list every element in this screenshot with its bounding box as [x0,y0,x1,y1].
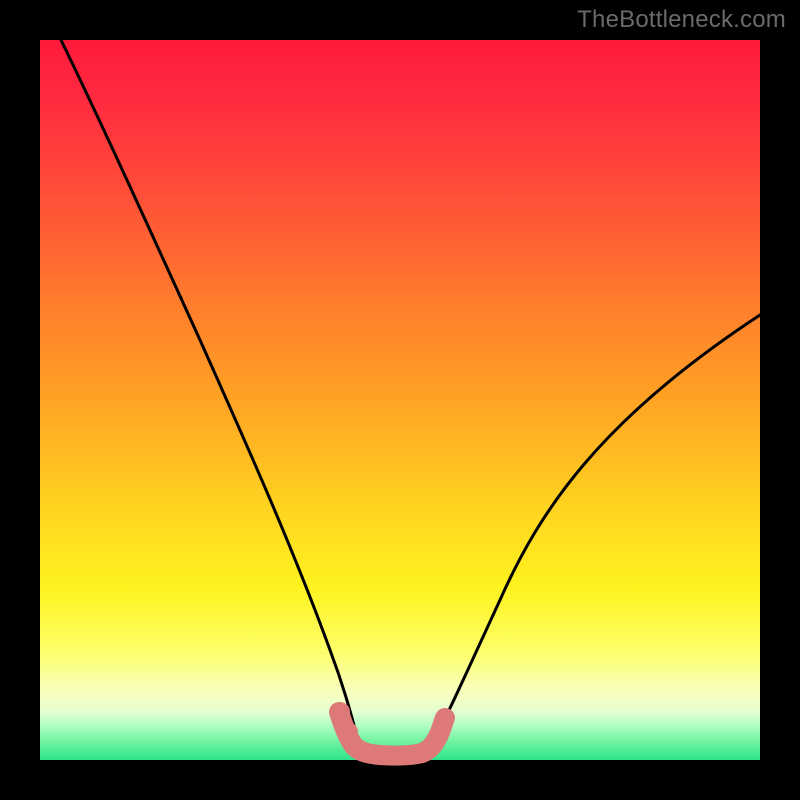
plot-area [40,40,760,760]
chart-frame: TheBottleneck.com [0,0,800,800]
chart-svg [40,40,760,760]
bottleneck-curve [61,40,760,758]
marker-dot-icon [338,722,358,742]
marker-dot-icon [330,702,350,722]
watermark-text: TheBottleneck.com [577,6,786,34]
